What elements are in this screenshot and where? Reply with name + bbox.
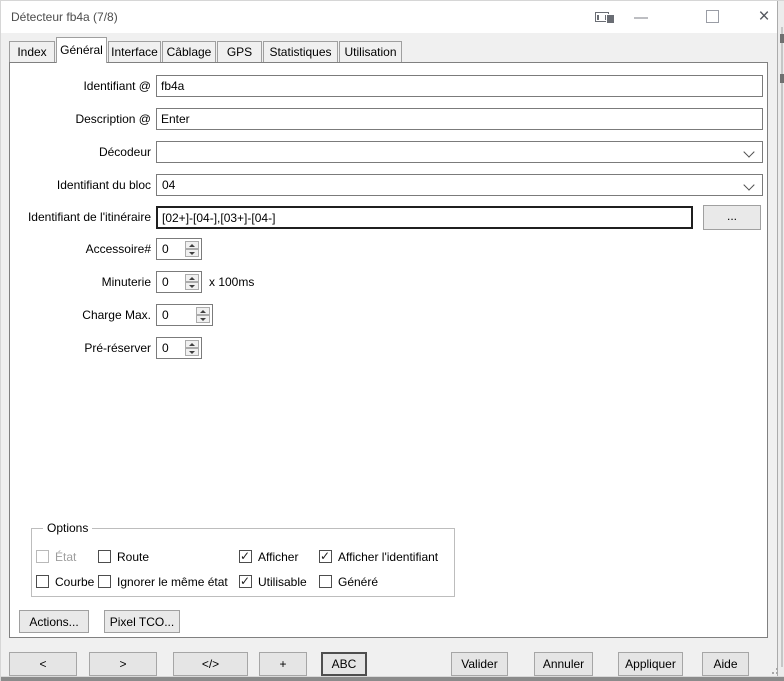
tab-utilisation[interactable]: Utilisation: [339, 41, 402, 62]
next-button[interactable]: >: [89, 652, 157, 676]
aide-button[interactable]: Aide: [702, 652, 749, 676]
options-legend: Options: [43, 521, 92, 535]
tab-gps[interactable]: GPS: [217, 41, 262, 62]
checkbox-afficher[interactable]: Afficher: [239, 549, 298, 564]
charge-max-spin-buttons: [196, 307, 210, 323]
accessoire-value: 0: [162, 242, 169, 256]
resize-grip[interactable]: [776, 672, 778, 674]
valider-button[interactable]: Valider: [451, 652, 508, 676]
minuterie-spin-buttons: [185, 274, 199, 290]
tab-statistiques[interactable]: Statistiques: [263, 41, 338, 62]
prev-button[interactable]: <: [9, 652, 77, 676]
appliquer-button[interactable]: Appliquer: [618, 652, 683, 676]
minuterie-spinner[interactable]: 0: [156, 271, 202, 293]
scrollbar-mark: [780, 74, 784, 83]
spin-down-icon[interactable]: [185, 282, 199, 290]
checkbox-courbe[interactable]: Courbe: [36, 574, 94, 589]
charge-max-label: Charge Max.: [9, 308, 151, 323]
resize-grip[interactable]: [776, 668, 778, 670]
checkbox-route[interactable]: Route: [98, 549, 149, 564]
charge-max-spinner[interactable]: 0: [156, 304, 213, 326]
code-button[interactable]: </>: [173, 652, 248, 676]
window-preview-icon-panel: [606, 14, 615, 24]
pre-reserver-label: Pré-réserver: [9, 341, 151, 356]
checkbox-genere[interactable]: Généré: [319, 574, 378, 589]
checkbox-icon[interactable]: [319, 575, 332, 588]
tab-cablage[interactable]: Câblage: [162, 41, 216, 62]
checkbox-icon[interactable]: [98, 575, 111, 588]
checkbox-etat: État: [36, 549, 76, 564]
spin-up-icon[interactable]: [196, 307, 210, 315]
resize-grip[interactable]: [772, 672, 774, 674]
identifiant-label: Identifiant @: [9, 79, 151, 94]
checkbox-icon: [36, 550, 49, 563]
checkbox-checked-icon[interactable]: [319, 550, 332, 563]
spin-down-icon[interactable]: [185, 249, 199, 257]
accessoire-label: Accessoire#: [9, 242, 151, 257]
accessoire-spinner[interactable]: 0: [156, 238, 202, 260]
description-label: Description @: [9, 112, 151, 127]
title-bar: Détecteur fb4a (7/8) ×: [1, 1, 777, 33]
spin-up-icon[interactable]: [185, 241, 199, 249]
minuterie-label: Minuterie: [9, 275, 151, 290]
checkbox-checked-icon[interactable]: [239, 550, 252, 563]
bloc-combobox[interactable]: 04: [156, 174, 763, 196]
spin-down-icon[interactable]: [196, 315, 210, 323]
decodeur-label: Décodeur: [9, 145, 151, 160]
minuterie-unit-label: x 100ms: [209, 275, 254, 289]
charge-max-value: 0: [162, 308, 169, 322]
window-preview-icon: [595, 11, 615, 24]
window-bottom-border: [1, 677, 784, 681]
maximize-icon[interactable]: [706, 10, 719, 23]
pixel-tco-button[interactable]: Pixel TCO...: [104, 610, 180, 633]
itineraire-browse-button[interactable]: ...: [703, 205, 761, 230]
pre-reserver-spin-buttons: [185, 340, 199, 356]
description-input[interactable]: [156, 108, 763, 130]
spin-up-icon[interactable]: [185, 274, 199, 282]
window-title: Détecteur fb4a (7/8): [11, 10, 118, 24]
scrollbar-mark: [780, 34, 784, 43]
bloc-label: Identifiant du bloc: [9, 178, 151, 193]
checkbox-icon[interactable]: [98, 550, 111, 563]
background-scrollbar: [781, 27, 783, 667]
dialog-window: Détecteur fb4a (7/8) × Index Général Int…: [0, 0, 784, 681]
minimize-icon[interactable]: [634, 17, 648, 19]
checkbox-utilisable[interactable]: Utilisable: [239, 574, 307, 589]
minuterie-value: 0: [162, 275, 169, 289]
itineraire-input[interactable]: [156, 206, 693, 229]
checkbox-afficher-identifiant[interactable]: Afficher l'identifiant: [319, 549, 438, 564]
chevron-down-icon: [743, 179, 754, 190]
tab-index[interactable]: Index: [9, 41, 55, 62]
actions-button[interactable]: Actions...: [19, 610, 89, 633]
pre-reserver-value: 0: [162, 341, 169, 355]
spin-down-icon[interactable]: [185, 348, 199, 356]
annuler-button[interactable]: Annuler: [534, 652, 593, 676]
chevron-down-icon: [743, 146, 754, 157]
identifiant-input[interactable]: [156, 75, 763, 97]
decodeur-combobox[interactable]: [156, 141, 763, 163]
close-icon[interactable]: ×: [753, 5, 775, 29]
bloc-value: 04: [162, 178, 175, 192]
abc-button[interactable]: ABC: [321, 652, 367, 676]
tab-general[interactable]: Général: [56, 37, 107, 63]
pre-reserver-spinner[interactable]: 0: [156, 337, 202, 359]
accessoire-spin-buttons: [185, 241, 199, 257]
checkbox-checked-icon[interactable]: [239, 575, 252, 588]
spin-up-icon[interactable]: [185, 340, 199, 348]
checkbox-ignorer-meme-etat[interactable]: Ignorer le même état: [98, 574, 228, 589]
tab-interface[interactable]: Interface: [108, 41, 161, 62]
checkbox-icon[interactable]: [36, 575, 49, 588]
itineraire-label: Identifiant de l'itinéraire: [9, 210, 151, 225]
add-button[interactable]: +: [259, 652, 307, 676]
